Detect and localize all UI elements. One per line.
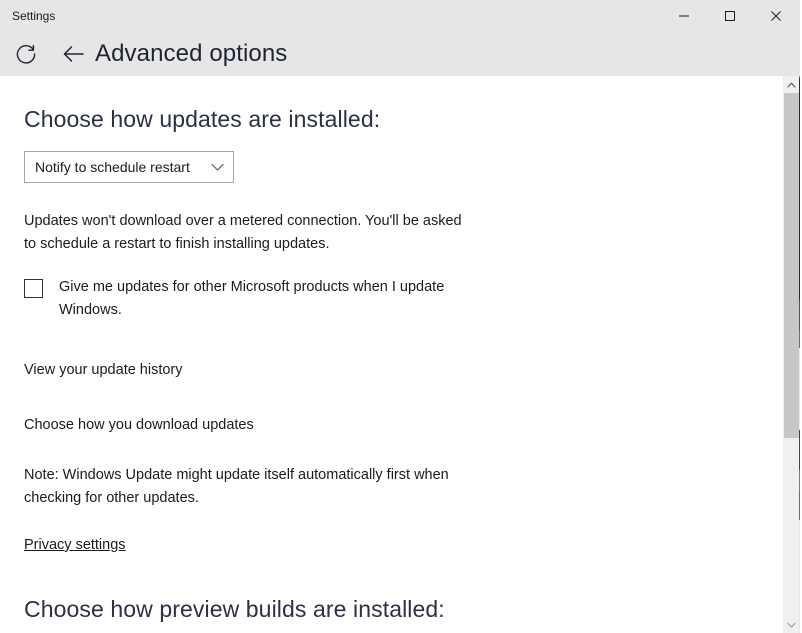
scrollbar-thumb[interactable]: [784, 93, 799, 438]
title-bar[interactable]: Settings: [0, 0, 800, 32]
install-updates-dropdown[interactable]: Notify to schedule restart: [24, 151, 234, 183]
install-updates-dropdown-value: Notify to schedule restart: [35, 159, 190, 175]
page-title: Advanced options: [95, 40, 288, 67]
preview-builds-section-heading: Choose how preview builds are installed:: [24, 596, 445, 622]
settings-window: Settings Advanced options Choose how upd…: [0, 0, 800, 633]
scrollbar-down-button[interactable]: [784, 616, 799, 633]
view-update-history-link[interactable]: View your update history: [24, 359, 183, 382]
close-button[interactable]: [753, 0, 799, 32]
choose-how-you-download-updates-link[interactable]: Choose how you download updates: [24, 414, 254, 437]
back-button[interactable]: [58, 38, 90, 70]
background-desktop-strip: [799, 0, 800, 633]
windows-update-self-update-note: Note: Windows Update might update itself…: [24, 467, 449, 506]
metered-connection-note: Updates won't download over a metered co…: [24, 213, 462, 252]
chevron-up-icon: [787, 82, 796, 88]
close-icon: [771, 11, 781, 21]
settings-content: Choose how updates are installed: Notify…: [0, 76, 783, 633]
chevron-down-icon: [211, 163, 224, 171]
back-arrow-icon: [63, 46, 84, 62]
scrollbar-up-button[interactable]: [784, 76, 799, 93]
page-header: Advanced options: [0, 32, 800, 76]
updates-section-heading: Choose how updates are installed:: [24, 106, 381, 132]
window-title: Settings: [12, 9, 56, 23]
microsoft-products-checkbox-row[interactable]: Give me updates for other Microsoft prod…: [24, 276, 474, 322]
refresh-icon: [16, 44, 36, 64]
maximize-button[interactable]: [707, 0, 753, 32]
chevron-down-icon: [787, 622, 796, 628]
minimize-button[interactable]: [661, 0, 707, 32]
minimize-icon: [679, 15, 689, 17]
maximize-icon: [725, 11, 735, 21]
microsoft-products-checkbox-label: Give me updates for other Microsoft prod…: [59, 279, 445, 318]
vertical-scrollbar[interactable]: [783, 76, 799, 633]
privacy-settings-link[interactable]: Privacy settings: [24, 534, 126, 557]
microsoft-products-checkbox[interactable]: [24, 279, 43, 298]
refresh-button[interactable]: [10, 38, 42, 70]
